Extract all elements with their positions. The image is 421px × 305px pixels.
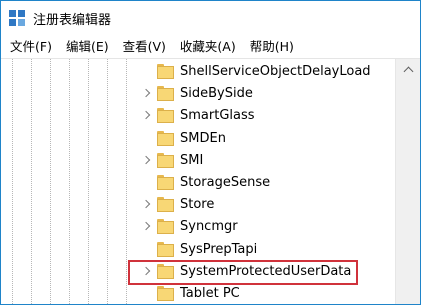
chevron-right-icon[interactable] (141, 222, 151, 232)
menu-help[interactable]: 帮助(H) (244, 36, 300, 58)
menu-edit[interactable]: 编辑(E) (60, 36, 115, 58)
regedit-icon (9, 10, 25, 26)
tree-item[interactable]: SmartGlass (1, 105, 395, 127)
tree-item[interactable]: ShellServiceObjectDelayLoad (1, 61, 395, 83)
folder-icon (157, 197, 174, 213)
chevron-right-icon[interactable] (141, 89, 151, 99)
title-bar: 注册表编辑器 (1, 1, 420, 35)
chevron-right-icon[interactable] (141, 200, 151, 210)
tree-item[interactable]: Store (1, 194, 395, 216)
vertical-scrollbar[interactable] (395, 59, 420, 304)
folder-icon (157, 286, 174, 301)
tree-item-label: SysPrepTapi (180, 241, 258, 257)
chevron-up-icon[interactable] (396, 59, 420, 79)
tree-item[interactable]: Syncmgr (1, 216, 395, 238)
folder-icon (157, 175, 174, 190)
chevron-right-icon[interactable] (141, 156, 151, 166)
tree-item-label: Store (180, 197, 215, 213)
folder-icon (157, 152, 174, 168)
tree-item-label: SideBySide (180, 86, 253, 102)
highlight-annotation (128, 260, 358, 285)
menu-bar: 文件(F) 编辑(E) 查看(V) 收藏夹(A) 帮助(H) (1, 36, 420, 59)
tree-item[interactable]: SysPrepTapi (1, 239, 395, 261)
tree-item-label: SmartGlass (180, 108, 255, 124)
registry-tree: ShellServiceObjectDelayLoad SideBySide Sma… (1, 59, 395, 304)
window-title: 注册表编辑器 (33, 12, 112, 28)
folder-icon (157, 86, 174, 102)
registry-editor-window: 注册表编辑器 文件(F) 编辑(E) 查看(V) 收藏夹(A) 帮助(H) Sh… (0, 0, 421, 305)
tree-item-label: SMDEn (180, 130, 226, 146)
tree-item[interactable]: SMI (1, 150, 395, 172)
tree-item-label: StorageSense (180, 175, 271, 190)
tree-item-label: Tablet PC (180, 286, 240, 301)
folder-icon (157, 64, 174, 79)
folder-icon (157, 108, 174, 124)
folder-icon (157, 130, 174, 146)
folder-icon (157, 241, 174, 257)
tree-item[interactable]: StorageSense (1, 172, 395, 194)
menu-favorites[interactable]: 收藏夹(A) (174, 36, 242, 58)
tree-item-label: ShellServiceObjectDelayLoad (180, 64, 371, 79)
chevron-right-icon[interactable] (141, 111, 151, 121)
tree-item-label: Syncmgr (180, 219, 238, 235)
tree-item[interactable]: SMDEn (1, 128, 395, 150)
folder-icon (157, 219, 174, 235)
menu-view[interactable]: 查看(V) (117, 36, 172, 58)
tree-item-label: SMI (180, 152, 204, 168)
menu-file[interactable]: 文件(F) (1, 36, 58, 58)
tree-item[interactable]: Tablet PC (1, 283, 395, 304)
tree-item[interactable]: SideBySide (1, 83, 395, 105)
